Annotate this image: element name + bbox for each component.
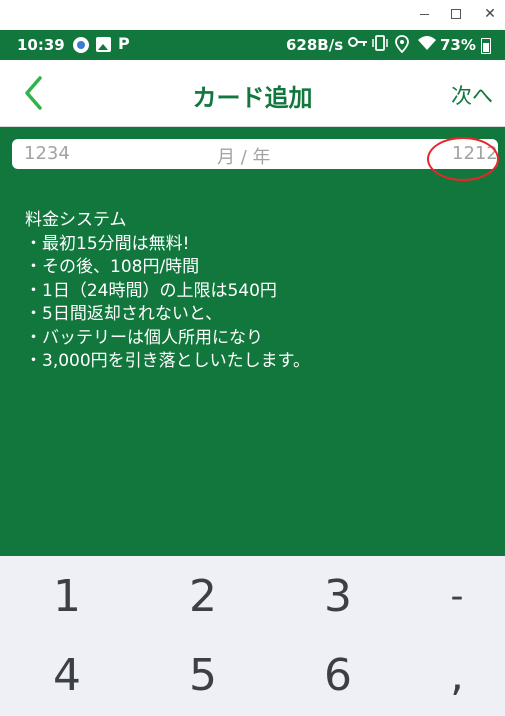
minimize-button[interactable] bbox=[414, 4, 434, 24]
pricing-line: ・1日（24時間）の上限は540円 bbox=[25, 280, 277, 301]
minimize-icon bbox=[419, 13, 429, 15]
card-number-input[interactable]: 1234 bbox=[24, 143, 70, 164]
vpn-key-icon bbox=[348, 35, 368, 53]
status-bar: 10:39 P 628B/s 73% bbox=[0, 30, 505, 60]
annotation-circle bbox=[427, 137, 499, 181]
p-app-icon: P bbox=[118, 34, 130, 53]
pricing-line: ・バッテリーは個人所用になり bbox=[25, 327, 263, 348]
key-5[interactable]: 5 bbox=[148, 640, 258, 710]
next-button[interactable]: 次へ bbox=[451, 80, 493, 110]
card-input-field[interactable]: 1234 月 / 年 1212 bbox=[12, 139, 498, 169]
pricing-line: ・その後、108円/時間 bbox=[25, 257, 200, 277]
location-icon bbox=[395, 35, 409, 57]
expiry-input[interactable]: 月 / 年 bbox=[217, 143, 271, 169]
battery-icon bbox=[481, 38, 491, 54]
pricing-line: ・最初15分間は無料! bbox=[25, 233, 190, 254]
app-header: カード追加 次へ bbox=[0, 60, 505, 127]
pricing-line: ・5日間返却されないと、 bbox=[25, 304, 223, 324]
notification-app-icon bbox=[73, 37, 89, 53]
key-2[interactable]: 2 bbox=[148, 561, 258, 631]
numeric-keypad: 1 2 3 - 4 5 6 , bbox=[0, 556, 505, 716]
status-time: 10:39 bbox=[17, 36, 65, 54]
main-content: 1234 月 / 年 1212 料金システム ・最初15分間は無料! ・その後、… bbox=[0, 127, 505, 556]
window-title-bar: ✕ bbox=[0, 0, 505, 31]
key-3[interactable]: 3 bbox=[283, 561, 393, 631]
vibrate-icon bbox=[371, 35, 389, 55]
page-title: カード追加 bbox=[192, 84, 313, 112]
battery-percent: 73% bbox=[440, 36, 476, 54]
key-6[interactable]: 6 bbox=[283, 640, 393, 710]
maximize-button[interactable] bbox=[446, 4, 466, 24]
close-button[interactable]: ✕ bbox=[480, 4, 500, 24]
pricing-title: 料金システム bbox=[25, 210, 127, 230]
network-speed: 628B/s bbox=[286, 36, 344, 54]
key-dash[interactable]: - bbox=[402, 561, 505, 631]
key-4[interactable]: 4 bbox=[12, 640, 122, 710]
close-icon: ✕ bbox=[484, 6, 496, 22]
maximize-icon bbox=[451, 9, 461, 19]
pricing-info: 料金システム ・最初15分間は無料! ・その後、108円/時間 ・1日（24時間… bbox=[25, 209, 310, 374]
gallery-icon bbox=[96, 37, 111, 52]
pricing-line: ・3,000円を引き落としいたします。 bbox=[25, 351, 310, 371]
key-comma[interactable]: , bbox=[402, 640, 505, 710]
key-1[interactable]: 1 bbox=[12, 561, 122, 631]
wifi-icon bbox=[417, 35, 437, 55]
